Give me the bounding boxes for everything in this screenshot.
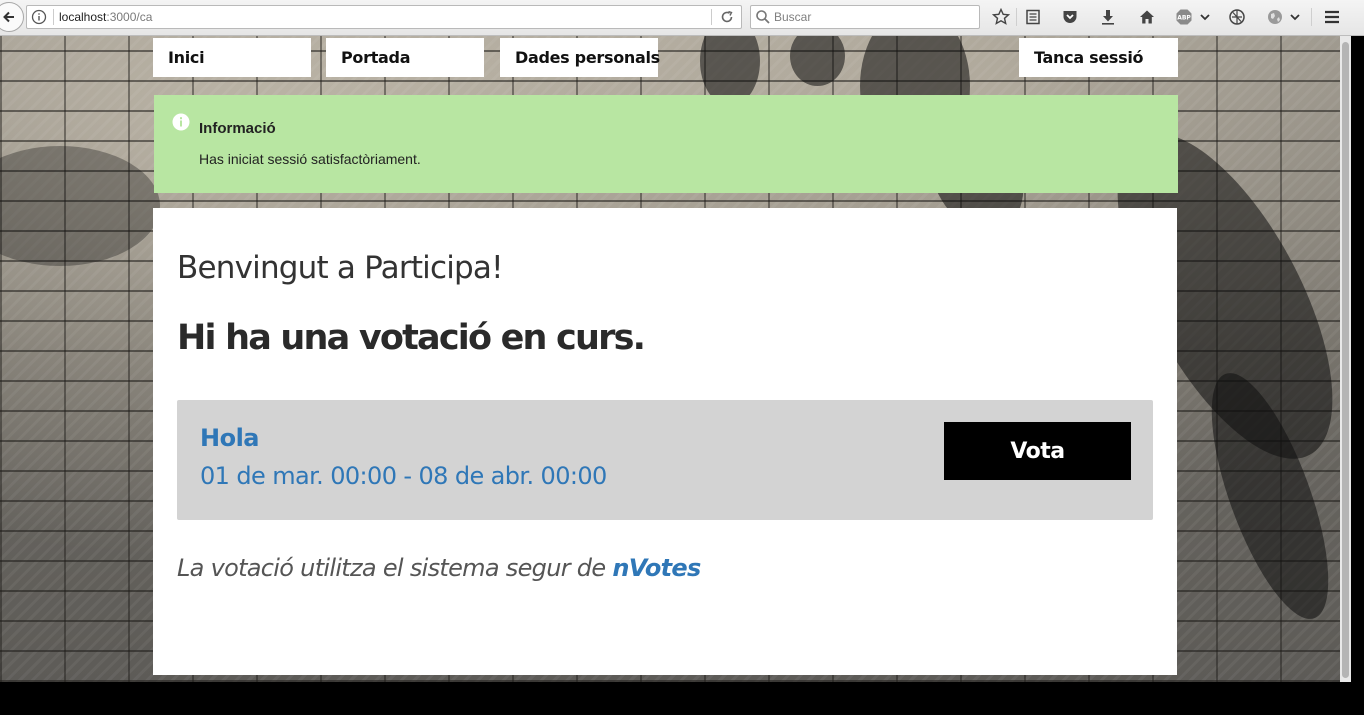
- hamburger-menu-icon[interactable]: [1322, 7, 1342, 27]
- chevron-down-icon[interactable]: [1288, 7, 1302, 27]
- url-host: localhost: [59, 10, 107, 24]
- toolbar-separator: [1311, 8, 1312, 26]
- reload-icon[interactable]: [719, 9, 735, 30]
- nav-dades-personals[interactable]: Dades personals: [500, 38, 660, 77]
- search-bar[interactable]: Buscar: [750, 5, 980, 29]
- background-shadow: [790, 36, 845, 86]
- back-button[interactable]: [0, 2, 24, 32]
- adblock-plus-icon[interactable]: ABP: [1174, 7, 1194, 27]
- reading-list-icon[interactable]: [1023, 7, 1043, 27]
- info-callout: Informació Has iniciat sessió satisfactò…: [154, 95, 1178, 193]
- scrollbar-thumb[interactable]: [1342, 42, 1349, 678]
- url-path: :3000/ca: [106, 10, 153, 24]
- main-card: Benvingut a Participa! Hi ha una votació…: [153, 208, 1177, 675]
- info-icon: [172, 113, 190, 136]
- svg-text:ABP: ABP: [1177, 15, 1191, 22]
- url-bar[interactable]: localhost:3000/ca: [26, 5, 742, 29]
- logout-button[interactable]: Tanca sessió: [1019, 38, 1178, 77]
- secure-voting-label: La votació utilitza el sistema segur de: [177, 554, 606, 582]
- url-separator: [53, 9, 54, 25]
- toolbar-separator: [1016, 8, 1017, 26]
- secure-voting-text: La votació utilitza el sistema segur de …: [177, 554, 701, 582]
- nav-portada[interactable]: Portada: [326, 38, 484, 77]
- page-viewport: Inici Portada Dades personals Tanca sess…: [0, 36, 1340, 682]
- chevron-down-icon[interactable]: [1198, 7, 1212, 27]
- back-arrow-icon: [3, 11, 14, 23]
- download-icon[interactable]: [1098, 7, 1118, 27]
- vote-button[interactable]: Vota: [944, 422, 1131, 480]
- election-dates: 01 de mar. 00:00 - 08 de abr. 00:00: [200, 462, 607, 490]
- browser-toolbar: localhost:3000/ca Buscar ABP: [0, 0, 1364, 36]
- pocket-icon[interactable]: [1060, 7, 1080, 27]
- site-info-icon[interactable]: [31, 9, 47, 30]
- url-text[interactable]: localhost:3000/ca: [59, 10, 152, 24]
- privacy-badger-icon[interactable]: [1227, 7, 1247, 27]
- home-icon[interactable]: [1137, 7, 1157, 27]
- callout-title: Informació: [199, 120, 276, 137]
- welcome-title: Benvingut a Participa!: [177, 250, 504, 286]
- vote-heading: Hi ha una votació en curs.: [177, 318, 646, 358]
- callout-message: Has iniciat sessió satisfactòriament.: [199, 151, 421, 167]
- nav-inici[interactable]: Inici: [153, 38, 311, 77]
- globe-extension-icon[interactable]: [1265, 7, 1285, 27]
- background-shadow: [0, 146, 160, 266]
- page-scrollbar[interactable]: [1340, 36, 1351, 682]
- nvotes-link[interactable]: nVotes: [612, 554, 701, 582]
- search-icon: [755, 9, 771, 30]
- bookmark-star-icon[interactable]: [991, 7, 1011, 27]
- url-separator: [711, 9, 712, 25]
- election-name[interactable]: Hola: [200, 424, 260, 452]
- search-placeholder: Buscar: [774, 10, 812, 24]
- election-card: Hola 01 de mar. 00:00 - 08 de abr. 00:00…: [177, 400, 1153, 520]
